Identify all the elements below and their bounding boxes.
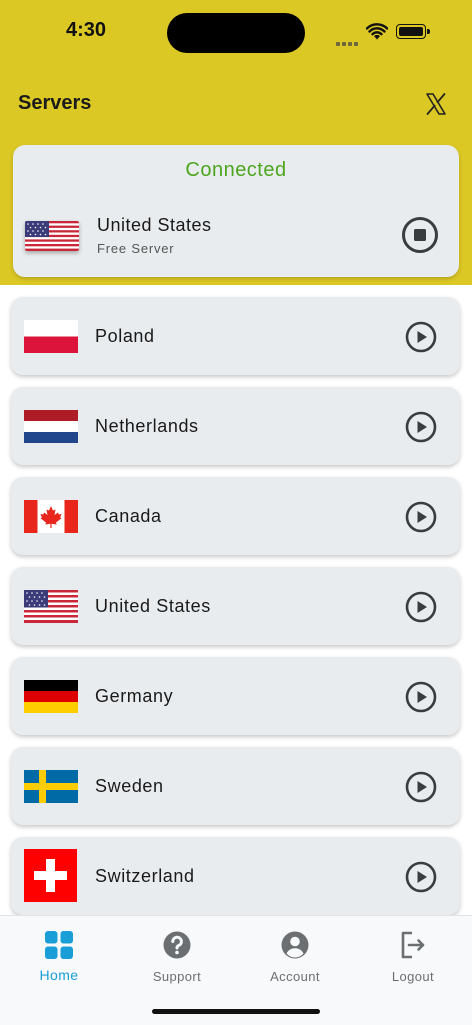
server-row-germany[interactable]: Germany	[11, 657, 460, 735]
grid-icon	[45, 931, 73, 959]
home-indicator[interactable]	[152, 1009, 320, 1014]
wifi-icon	[366, 23, 388, 40]
play-circle-icon[interactable]	[405, 681, 437, 713]
server-row-united-states[interactable]: United States	[11, 567, 460, 645]
flag-united-states	[25, 221, 79, 251]
server-name: Poland	[95, 326, 155, 346]
status-bar: 4:30	[0, 0, 472, 64]
tab-home[interactable]: Home	[0, 922, 118, 992]
connected-country: United States	[97, 215, 212, 235]
server-row-sweden[interactable]: Sweden	[11, 747, 460, 825]
tab-label: Account	[270, 969, 320, 984]
server-row-switzerland[interactable]: Switzerland	[11, 837, 460, 915]
x-logo-icon[interactable]	[424, 92, 448, 116]
connected-server-type: Free Server	[97, 241, 175, 256]
play-circle-icon[interactable]	[405, 321, 437, 353]
page-title: Servers	[18, 92, 92, 114]
flag-switzerland	[24, 849, 77, 902]
connected-server-card: Connected United States Free Server	[13, 145, 459, 277]
tab-logout[interactable]: Logout	[354, 922, 472, 992]
tab-support[interactable]: Support	[118, 922, 236, 992]
flag-poland	[24, 320, 78, 353]
tab-label: Logout	[391, 969, 435, 984]
dynamic-island	[167, 13, 305, 53]
flag-sweden	[24, 770, 78, 803]
server-row-poland[interactable]: Poland	[11, 297, 460, 375]
flag-canada	[24, 500, 78, 533]
connection-status: Connected	[185, 159, 287, 181]
server-name: Netherlands	[95, 416, 199, 436]
play-circle-icon[interactable]	[405, 501, 437, 533]
server-name: Switzerland	[95, 866, 195, 886]
help-circle-icon	[163, 931, 191, 959]
flag-united-states	[24, 590, 78, 623]
server-name: United States	[95, 596, 211, 616]
play-circle-icon[interactable]	[405, 411, 437, 443]
flag-germany	[24, 680, 78, 713]
status-time: 4:30	[66, 19, 107, 41]
logout-icon	[401, 931, 425, 959]
tab-label: Home	[39, 967, 79, 983]
tab-label: Support	[152, 969, 202, 984]
tab-account[interactable]: Account	[236, 922, 354, 992]
cellular-signal-icon	[336, 33, 360, 51]
server-name: Canada	[95, 506, 162, 526]
account-circle-icon	[281, 931, 309, 959]
play-circle-icon[interactable]	[405, 771, 437, 803]
play-circle-icon[interactable]	[405, 591, 437, 623]
battery-icon	[396, 24, 430, 39]
server-row-canada[interactable]: Canada	[11, 477, 460, 555]
server-list[interactable]: Poland Netherlands Canada United States …	[0, 285, 472, 915]
flag-netherlands	[24, 410, 78, 443]
server-name: Germany	[95, 686, 174, 706]
server-row-netherlands[interactable]: Netherlands	[11, 387, 460, 465]
server-name: Sweden	[95, 776, 164, 796]
stop-circle-icon[interactable]	[401, 216, 439, 254]
play-circle-icon[interactable]	[405, 861, 437, 893]
